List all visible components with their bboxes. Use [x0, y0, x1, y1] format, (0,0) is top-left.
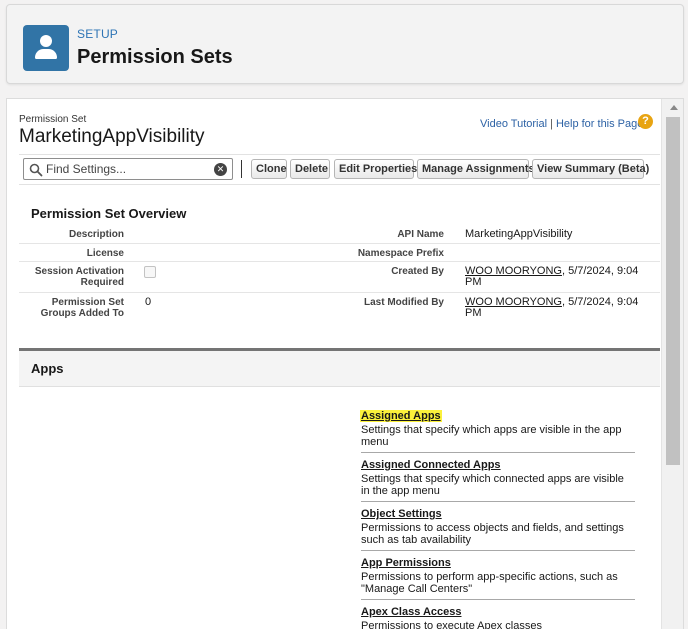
created-by-value: WOO MOORYONG, 5/7/2024, 9:04 PM — [465, 266, 638, 288]
permission-set-label: Permission Set — [19, 114, 87, 125]
apps-list-item: App Permissions Permissions to perform a… — [361, 553, 635, 600]
overview-row: Description API Name MarketingAppVisibil… — [19, 225, 660, 244]
scroll-up-arrow-icon[interactable] — [670, 105, 678, 110]
object-settings-desc: Permissions to access objects and fields… — [361, 522, 624, 546]
clone-button[interactable]: Clone — [251, 159, 287, 179]
help-page-link[interactable]: Help for this Page — [556, 118, 643, 130]
edit-properties-button[interactable]: Edit Properties — [334, 159, 417, 179]
user-icon — [23, 25, 69, 71]
last-modified-value: WOO MOORYONG, 5/7/2024, 9:04 PM — [465, 297, 638, 319]
session-activation-checkbox — [144, 266, 156, 278]
help-links: Video Tutorial | Help for this Page — [480, 118, 643, 130]
api-name-label: API Name — [397, 229, 444, 240]
session-label-line1: Session Activation — [34, 266, 124, 277]
delete-button[interactable]: Delete — [290, 159, 330, 179]
created-date: , 5/7/2024, 9:04 — [561, 265, 639, 277]
vertical-scrollbar[interactable] — [661, 99, 683, 629]
assigned-apps-link[interactable]: Assigned Apps — [360, 410, 442, 422]
assigned-apps-desc: Settings that specify which apps are vis… — [361, 424, 622, 448]
search-box[interactable]: ✕ — [23, 158, 233, 180]
overview-row: Permission Set Groups Added To 0 Last Mo… — [19, 293, 660, 327]
manage-assignments-button[interactable]: Manage Assignments — [417, 159, 535, 179]
object-settings-link[interactable]: Object Settings — [361, 508, 442, 520]
apps-section-title: Apps — [19, 351, 660, 387]
view-summary-button[interactable]: View Summary (Beta) — [532, 159, 649, 179]
apps-list-item: Assigned Apps Settings that specify whic… — [360, 406, 635, 453]
setup-breadcrumb[interactable]: SETUP — [77, 27, 118, 41]
page-title: Permission Sets — [77, 46, 233, 68]
search-icon — [29, 163, 43, 177]
groups-added-label: Permission Set Groups Added To — [41, 297, 124, 319]
groups-label-line1: Permission Set — [51, 297, 124, 308]
assigned-connected-apps-link[interactable]: Assigned Connected Apps — [361, 459, 501, 471]
overview-table: Description API Name MarketingAppVisibil… — [19, 225, 660, 327]
toolbar: ✕ Clone Delete Edit Properties Manage As… — [19, 154, 660, 185]
api-name-value: MarketingAppVisibility — [465, 228, 573, 240]
app-permissions-link[interactable]: App Permissions — [361, 557, 451, 569]
content-panel: Permission Set MarketingAppVisibility Vi… — [6, 98, 684, 629]
description-label: Description — [68, 229, 124, 240]
license-label: License — [86, 248, 124, 259]
apps-list-item: Apex Class Access Permissions to execute… — [361, 602, 635, 629]
overview-title: Permission Set Overview — [31, 206, 187, 221]
scroll-thumb[interactable] — [666, 117, 680, 465]
created-time: PM — [465, 276, 482, 288]
app-permissions-desc: Permissions to perform app-specific acti… — [361, 571, 618, 595]
toolbar-divider — [241, 160, 242, 178]
apex-class-access-desc: Permissions to execute Apex classes — [361, 620, 542, 629]
apps-list-item: Assigned Connected Apps Settings that sp… — [361, 455, 635, 502]
help-separator: | — [550, 118, 553, 130]
overview-row: License Namespace Prefix — [19, 244, 660, 262]
help-icon[interactable]: ? — [638, 114, 653, 129]
session-activation-label: Session Activation Required — [35, 266, 124, 288]
apps-section: Apps Assigned Apps Settings that specify… — [19, 348, 660, 629]
groups-label-line2: Groups Added To — [40, 308, 124, 319]
created-by-label: Created By — [391, 266, 444, 277]
apps-list-item: Object Settings Permissions to access ob… — [361, 504, 635, 551]
groups-added-value: 0 — [145, 296, 152, 308]
assigned-connected-apps-desc: Settings that specify which connected ap… — [361, 473, 624, 497]
namespace-label: Namespace Prefix — [357, 248, 444, 259]
last-modified-label: Last Modified By — [363, 297, 444, 308]
overview-row: Session Activation Required Created By W… — [19, 262, 660, 293]
clear-icon[interactable]: ✕ — [214, 163, 227, 176]
page-header: SETUP Permission Sets — [6, 4, 684, 84]
find-settings-input[interactable] — [46, 160, 206, 178]
video-tutorial-link[interactable]: Video Tutorial — [480, 118, 547, 130]
apex-class-access-link[interactable]: Apex Class Access — [361, 606, 462, 618]
session-label-line2: Required — [80, 277, 124, 288]
modified-time: PM — [465, 307, 482, 319]
permission-set-name: MarketingAppVisibility — [19, 126, 205, 147]
modified-date: , 5/7/2024, 9:04 — [561, 296, 639, 308]
